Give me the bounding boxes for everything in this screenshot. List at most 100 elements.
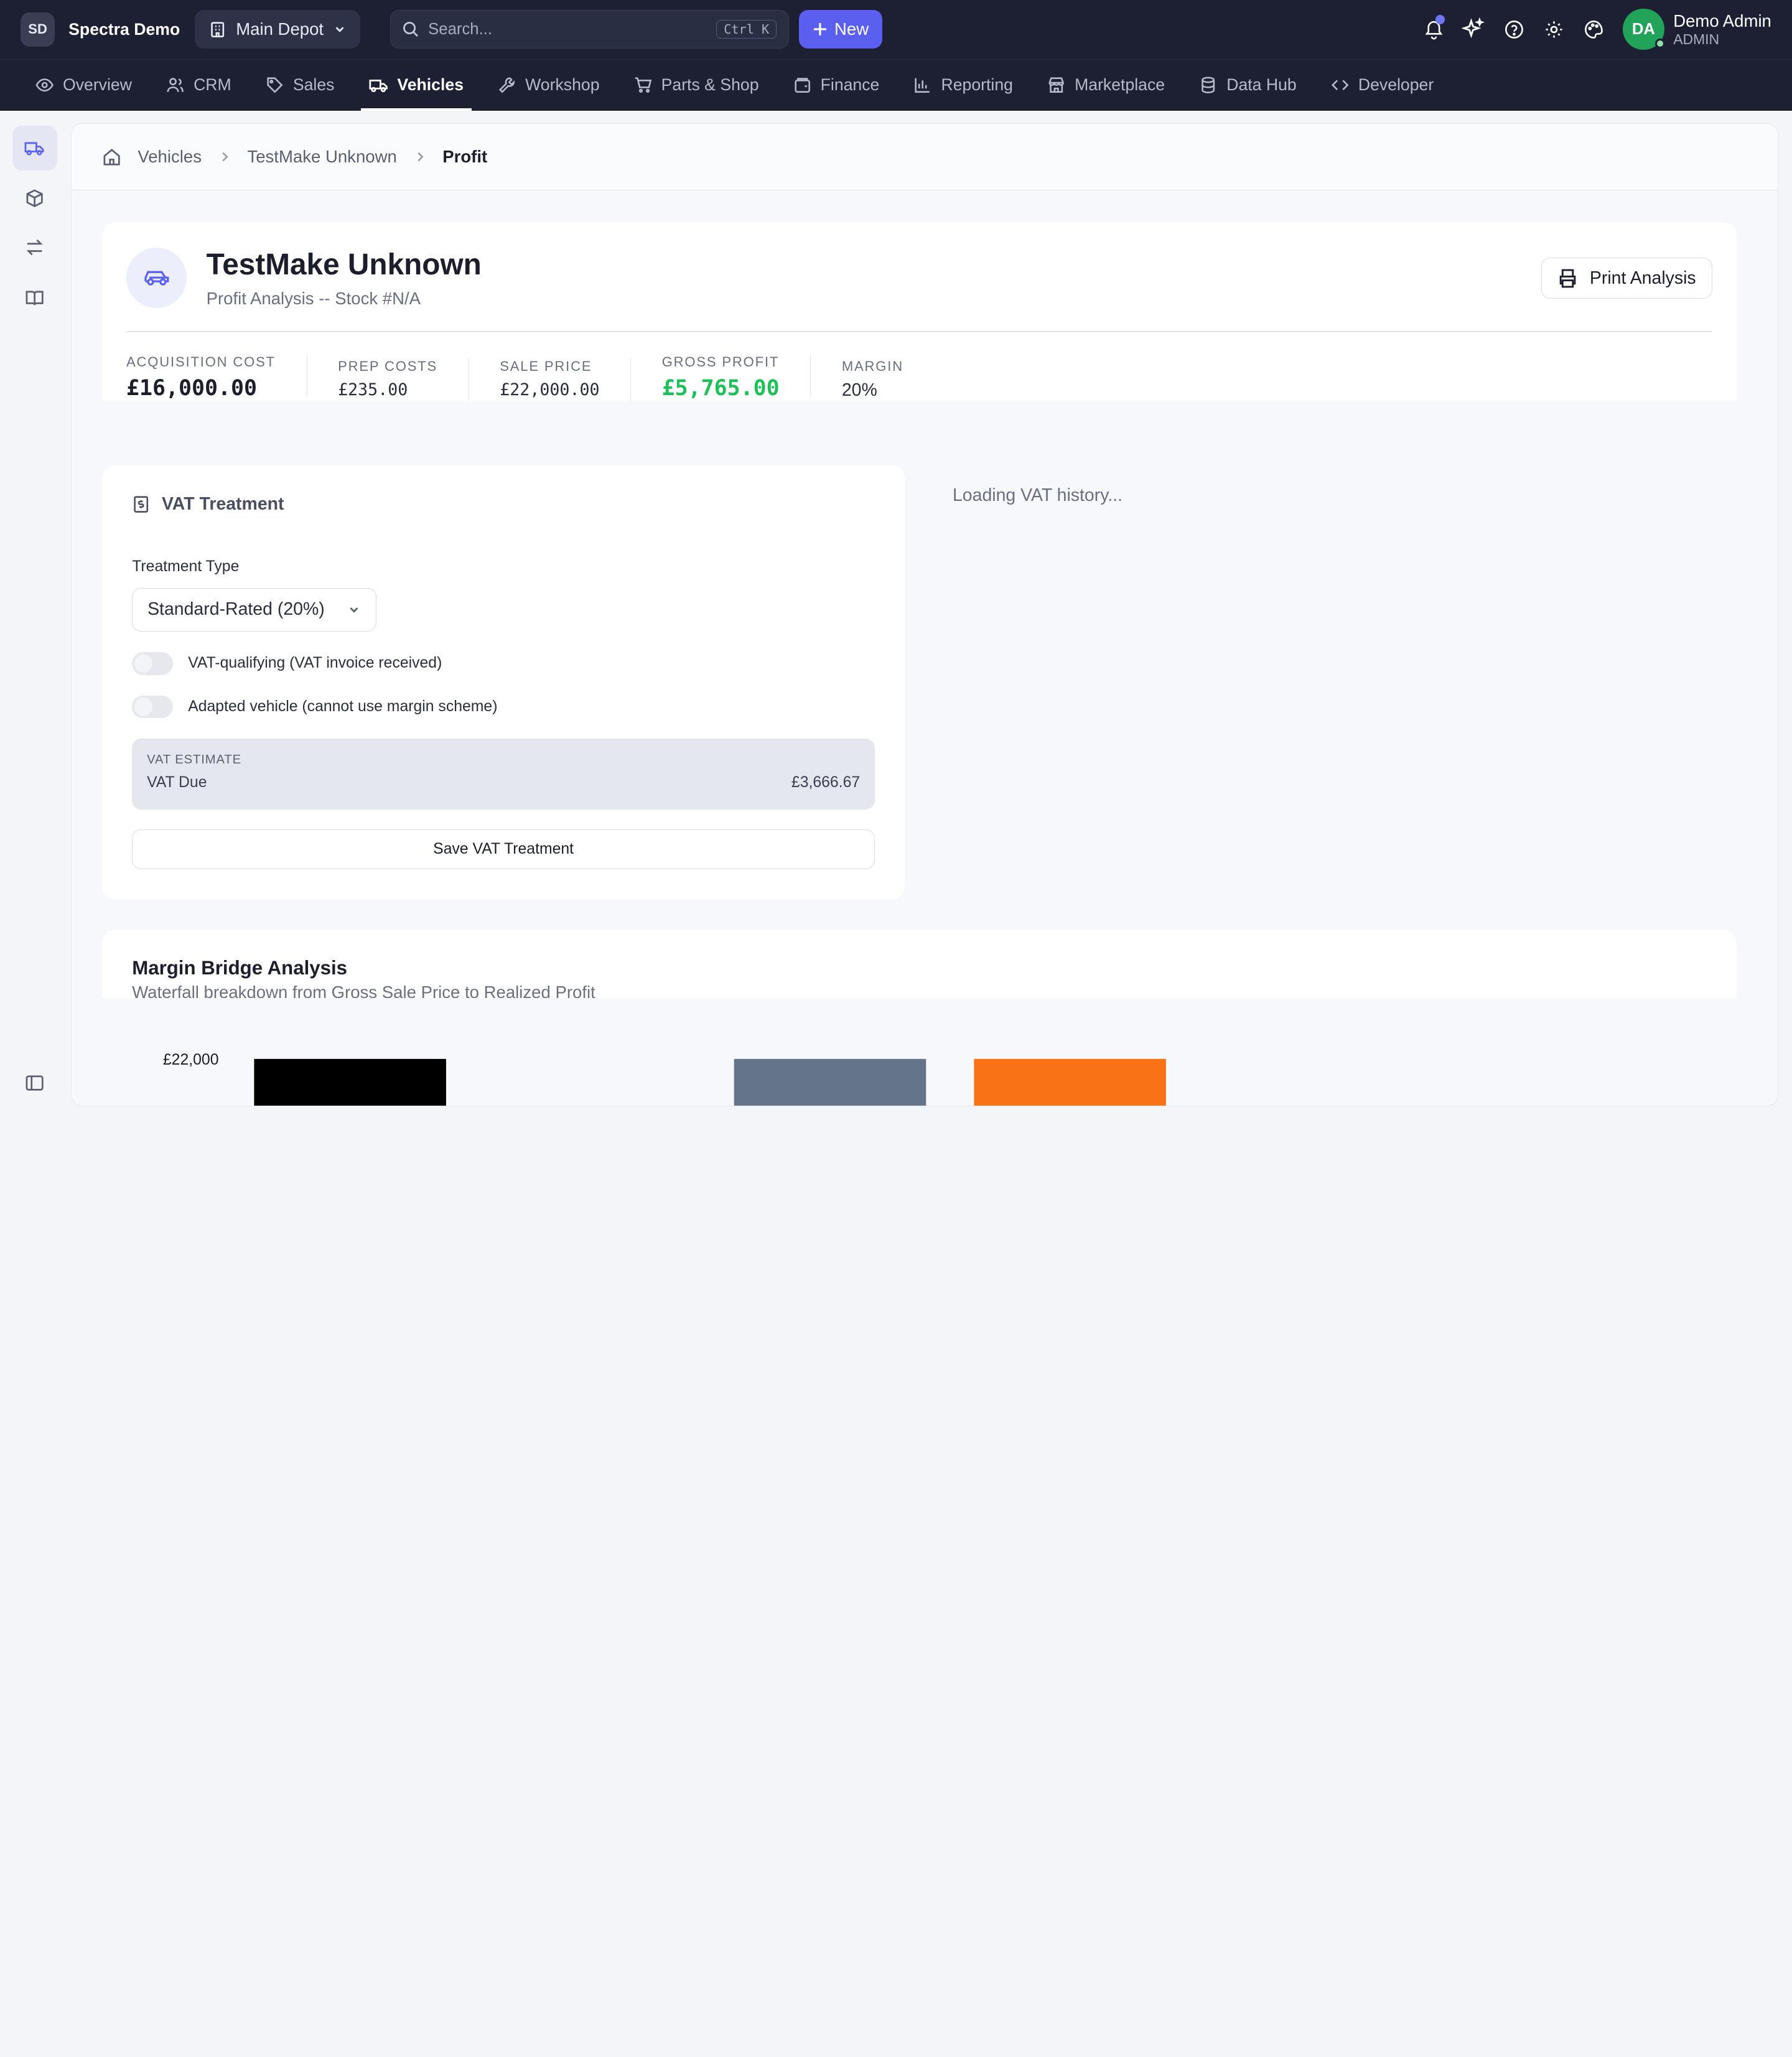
vehicle-subtitle: Profit Analysis -- Stock #N/A [206, 288, 421, 308]
stat-label: PREP COSTS [338, 358, 438, 374]
nav-label: Vehicles [397, 75, 464, 95]
vat-header: VAT Treatment [132, 494, 284, 515]
nav-developer[interactable]: Developer [1323, 60, 1442, 111]
vat-history-loading: Loading VAT history... [952, 485, 1123, 505]
truck-icon [368, 80, 388, 93]
adapted-vehicle-label: Adapted vehicle (cannot use margin schem… [188, 698, 498, 716]
nav-label: Developer [1358, 75, 1434, 95]
nav-sales[interactable]: Sales [258, 60, 342, 111]
database-icon [1202, 77, 1215, 94]
nav-vehicles[interactable]: Vehicles [360, 60, 472, 111]
margin-bridge-chart: £22,000 [163, 1052, 1167, 1106]
nav-reporting[interactable]: Reporting [906, 60, 1021, 111]
ai-assistant-button[interactable] [1454, 9, 1494, 49]
margin-bridge-title: Margin Bridge Analysis [132, 957, 348, 979]
vat-qualifying-toggle[interactable] [132, 651, 174, 675]
users-icon [167, 78, 184, 92]
nav-parts-shop[interactable]: Parts & Shop [626, 60, 767, 111]
store-icon [1048, 77, 1065, 93]
rail-vehicles[interactable] [12, 126, 57, 170]
org-name[interactable]: Spectra Demo [68, 20, 180, 39]
nav-finance[interactable]: Finance [785, 60, 887, 111]
rail-transfers[interactable] [12, 225, 57, 270]
book-icon [26, 291, 44, 306]
nav-data-hub[interactable]: Data Hub [1191, 60, 1304, 111]
nav-marketplace[interactable]: Marketplace [1039, 60, 1173, 111]
nav-label: Reporting [941, 75, 1013, 95]
rail-inventory[interactable] [12, 176, 57, 221]
adapted-vehicle-toggle[interactable] [132, 695, 174, 719]
treatment-type-select[interactable]: Standard-Rated (20%) [132, 588, 377, 632]
nav-label: Finance [820, 75, 880, 95]
side-rail [0, 111, 71, 1120]
stat-label: SALE PRICE [500, 358, 592, 374]
depot-selector[interactable]: Main Depot [195, 10, 360, 49]
nav-label: Workshop [525, 75, 600, 95]
main-content: Vehicles TestMake Unknown Profit TestMak… [70, 123, 1778, 1106]
vat-estimate-box: VAT ESTIMATE VAT Due £3,666.67 [132, 739, 875, 810]
user-avatar[interactable]: DA [1623, 9, 1666, 50]
home-icon[interactable] [102, 147, 121, 167]
settings-button[interactable] [1534, 9, 1574, 49]
new-button[interactable]: New [799, 10, 883, 49]
palette-icon [1585, 20, 1603, 39]
nav-overview[interactable]: Overview [27, 60, 140, 111]
print-analysis-button[interactable]: Print Analysis [1541, 258, 1713, 299]
treatment-type-value: Standard-Rated (20%) [147, 599, 325, 620]
wallet-icon [794, 78, 810, 93]
nav-workshop[interactable]: Workshop [490, 60, 607, 111]
search-icon [403, 22, 418, 37]
main-nav: Overview CRM Sales Vehicles Workshop Par… [0, 59, 1792, 111]
save-vat-treatment-button[interactable]: Save VAT Treatment [132, 829, 875, 869]
help-button[interactable] [1494, 9, 1534, 49]
vat-due-label: VAT Due [147, 773, 207, 791]
building-icon [211, 21, 225, 37]
breadcrumb-vehicle[interactable]: TestMake Unknown [247, 147, 396, 167]
stat-sale-price: SALE PRICE £22,000.00 [500, 358, 632, 402]
stat-value: 20% [841, 380, 877, 401]
vat-qualifying-label: VAT-qualifying (VAT invoice received) [188, 655, 442, 672]
adapted-vehicle-row: Adapted vehicle (cannot use margin schem… [132, 695, 498, 719]
notifications-button[interactable] [1414, 9, 1454, 49]
theme-button[interactable] [1574, 9, 1613, 49]
nav-crm[interactable]: CRM [158, 60, 239, 111]
vat-estimate-heading: VAT ESTIMATE [147, 752, 242, 767]
stat-value: £16,000.00 [126, 375, 257, 401]
notification-dot [1435, 15, 1445, 24]
online-status-dot [1654, 38, 1666, 49]
breadcrumb-current: Profit [442, 147, 488, 167]
plus-icon [814, 23, 826, 36]
search-placeholder: Search... [428, 20, 493, 38]
global-search[interactable]: Search... Ctrl K [390, 10, 789, 49]
nav-label: Overview [62, 75, 132, 95]
stat-value: £5,765.00 [661, 375, 780, 401]
chevron-down-icon [335, 27, 344, 32]
gear-icon [1546, 21, 1562, 38]
waterfall-bar-1 [734, 1058, 926, 1106]
nav-label: Sales [292, 75, 335, 95]
user-name: Demo Admin [1673, 11, 1771, 30]
stat-label: GROSS PROFIT [661, 353, 780, 370]
top-bar: SD Spectra Demo Main Depot Search... Ctr… [0, 0, 1792, 60]
vat-qualifying-row: VAT-qualifying (VAT invoice received) [132, 651, 442, 675]
card-fade [102, 400, 1737, 435]
stat-value: £235.00 [338, 380, 408, 400]
user-initials: DA [1631, 20, 1655, 38]
rail-toggle-sidebar[interactable] [12, 1060, 57, 1105]
user-menu[interactable]: Demo Admin ADMIN [1673, 11, 1771, 49]
box-icon [26, 189, 44, 207]
eye-icon [35, 78, 54, 92]
printer-icon [1560, 269, 1576, 288]
nav-label: CRM [194, 75, 231, 95]
stat-margin: MARGIN 20% [842, 358, 935, 402]
bar-chart-icon [915, 78, 930, 93]
chevron-right-icon [417, 152, 424, 162]
rail-guide[interactable] [12, 276, 57, 320]
breadcrumb-vehicles[interactable]: Vehicles [138, 147, 202, 167]
receipt-icon [134, 496, 149, 513]
vat-treatment-card: VAT Treatment Treatment Type Standard-Ra… [102, 464, 905, 900]
y-tick-label: £22,000 [163, 1052, 219, 1068]
help-icon [1505, 20, 1523, 39]
nav-label: Marketplace [1075, 75, 1165, 95]
org-logo[interactable]: SD [21, 12, 55, 47]
